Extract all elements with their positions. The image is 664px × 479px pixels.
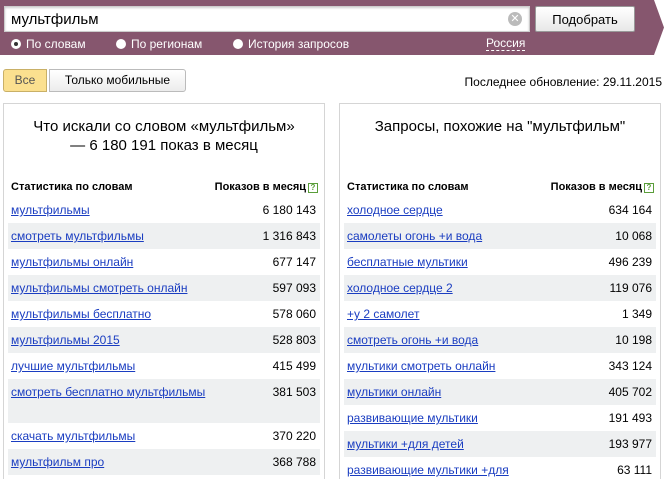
phrase-link[interactable]: мультфильмы 2015: [11, 332, 211, 349]
phrase-link[interactable]: мультфильмы: [11, 202, 211, 219]
table-row: холодное сердце 2 119 076: [344, 275, 656, 301]
phrase-link[interactable]: мультики +для детей: [347, 436, 547, 453]
region-selector[interactable]: Россия: [486, 36, 526, 51]
column-header-count: Показов в месяц?: [215, 181, 318, 193]
impressions-count: 1 316 843: [262, 229, 316, 243]
table-row: мультики смотреть онлайн 343 124: [344, 353, 656, 379]
phrase-link[interactable]: мультики смотреть онлайн: [347, 358, 547, 375]
panel-title: Запросы, похожие на "мультфильм": [374, 118, 626, 135]
impressions-count: 597 093: [272, 281, 316, 295]
radio-icon: [233, 39, 243, 49]
mode-label: По словам: [26, 37, 86, 51]
phrase-link[interactable]: лучшие мультфильмы: [11, 358, 211, 375]
filter-mobile-button[interactable]: Только мобильные: [49, 69, 186, 92]
impressions-count: 1 349: [621, 307, 652, 321]
impressions-count: 6 180 143: [262, 203, 316, 217]
phrase-link[interactable]: холодное сердце 2: [347, 280, 547, 297]
table-row: мультики онлайн 405 702: [344, 379, 656, 405]
impressions-count: 634 164: [608, 203, 652, 217]
table-row: смотреть бесплатно мультфильмы 381 503: [8, 379, 320, 423]
phrase-link[interactable]: скачать мультфильмы: [11, 428, 211, 445]
table-row: мультфильмы 6 180 143: [8, 197, 320, 223]
phrase-link[interactable]: развивающие мультики +для: [347, 462, 547, 479]
table-row: +у 2 самолет 1 349: [344, 301, 656, 327]
radio-checked-icon: [11, 39, 21, 49]
column-header-count-label: Показов в месяц: [214, 181, 306, 193]
word-list: мультфильмы 6 180 143 смотреть мультфильмы…: [8, 197, 320, 475]
impressions-count: 578 060: [272, 307, 316, 321]
column-header-words: Статистика по словам: [11, 181, 133, 193]
clear-icon[interactable]: ✕: [508, 12, 522, 26]
impressions-count: 10 198: [615, 333, 652, 347]
radio-icon: [116, 39, 126, 49]
phrase-link[interactable]: холодное сердце: [347, 202, 547, 219]
impressions-count: 528 803: [272, 333, 316, 347]
phrase-link[interactable]: мультики онлайн: [347, 384, 547, 401]
table-row: холодное сердце 634 164: [344, 197, 656, 223]
phrase-link[interactable]: смотреть огонь +и вода: [347, 332, 547, 349]
panel-title: Что искали со словом «мультфильм» — 6 18…: [33, 118, 295, 154]
related-words-panel: Что искали со словом «мультфильм» — 6 18…: [3, 103, 325, 479]
impressions-count: 677 147: [272, 255, 316, 269]
column-header-count: Показов в месяц?: [551, 181, 654, 193]
impressions-count: 191 493: [608, 411, 652, 425]
phrase-link[interactable]: мультфильм про: [11, 454, 211, 471]
phrase-link[interactable]: бесплатные мультики: [347, 254, 547, 271]
table-row: мультфильм про 368 788: [8, 449, 320, 475]
phrase-link[interactable]: самолеты огонь +и вода: [347, 228, 547, 245]
search-header: ✕ Подобрать По словам По регионам Истори…: [0, 0, 664, 55]
impressions-count: 119 076: [609, 281, 653, 295]
mode-by-regions[interactable]: По регионам: [116, 37, 202, 51]
phrase-link[interactable]: развивающие мультики: [347, 410, 547, 427]
mode-label: По регионам: [131, 37, 203, 51]
phrase-link[interactable]: мультфильмы онлайн: [11, 254, 211, 271]
mode-label: История запросов: [248, 37, 350, 51]
table-row: мультфильмы бесплатно 578 060: [8, 301, 320, 327]
mode-by-words[interactable]: По словам: [11, 37, 86, 51]
help-icon[interactable]: ?: [644, 183, 654, 193]
table-row: бесплатные мультики 496 239: [344, 249, 656, 275]
impressions-count: 370 220: [272, 429, 316, 443]
impressions-count: 381 503: [272, 385, 316, 399]
filter-all-button[interactable]: Все: [3, 69, 47, 92]
table-row: развивающие мультики 191 493: [344, 405, 656, 431]
impressions-count: 63 111: [617, 463, 652, 477]
phrase-link[interactable]: смотреть бесплатно мультфильмы: [11, 384, 211, 401]
table-row: развивающие мультики +для 63 111: [344, 457, 656, 479]
impressions-count: 496 239: [608, 255, 652, 269]
phrase-link[interactable]: +у 2 самолет: [347, 306, 547, 323]
submit-button[interactable]: Подобрать: [535, 6, 635, 32]
impressions-count: 193 977: [608, 437, 652, 451]
impressions-count: 415 499: [272, 359, 316, 373]
table-row: смотреть мультфильмы 1 316 843: [8, 223, 320, 249]
column-header-words: Статистика по словам: [347, 181, 469, 193]
table-row: смотреть огонь +и вода 10 198: [344, 327, 656, 353]
query-list: холодное сердце 634 164 самолеты огонь +и …: [344, 197, 656, 479]
table-row: скачать мультфильмы 370 220: [8, 423, 320, 449]
table-row: мультфильмы смотреть онлайн 597 093: [8, 275, 320, 301]
table-row: мультфильмы 2015 528 803: [8, 327, 320, 353]
table-row: мультики +для детей 193 977: [344, 431, 656, 457]
phrase-link[interactable]: мультфильмы бесплатно: [11, 306, 211, 323]
mode-history[interactable]: История запросов: [233, 37, 349, 51]
table-row: мультфильмы онлайн 677 147: [8, 249, 320, 275]
similar-queries-panel: Запросы, похожие на "мультфильм" Статист…: [339, 103, 661, 479]
search-box: ✕: [4, 6, 530, 32]
phrase-link[interactable]: смотреть мультфильмы: [11, 228, 211, 245]
impressions-count: 343 124: [608, 359, 652, 373]
help-icon[interactable]: ?: [308, 183, 318, 193]
search-input[interactable]: [11, 10, 501, 28]
table-row: лучшие мультфильмы 415 499: [8, 353, 320, 379]
impressions-count: 368 788: [272, 455, 316, 469]
column-header-count-label: Показов в месяц: [550, 181, 642, 193]
phrase-link[interactable]: мультфильмы смотреть онлайн: [11, 280, 211, 297]
table-row: самолеты огонь +и вода 10 068: [344, 223, 656, 249]
last-update: Последнее обновление: 29.11.2015: [464, 75, 662, 89]
impressions-count: 10 068: [615, 229, 652, 243]
impressions-count: 405 702: [608, 385, 652, 399]
